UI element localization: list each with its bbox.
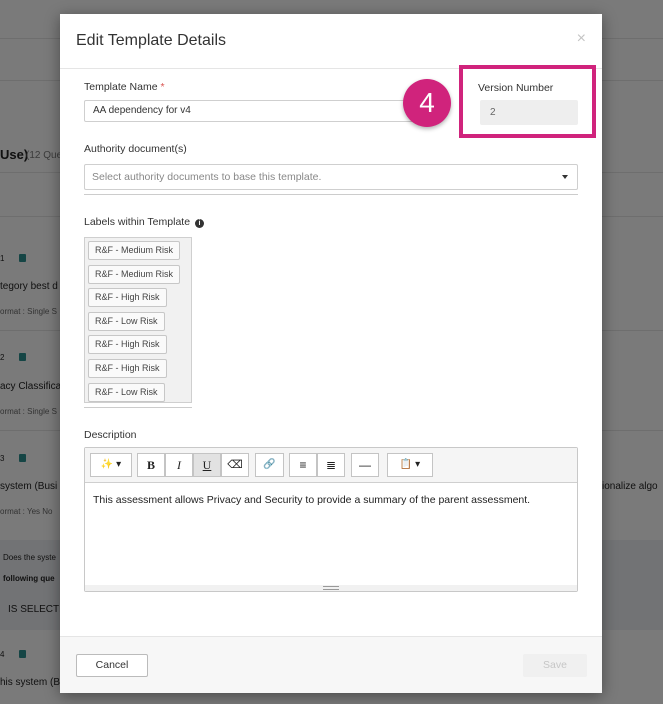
label-chip: R&F - Medium Risk [88, 241, 181, 260]
description-text[interactable]: This assessment allows Privacy and Secur… [93, 494, 530, 506]
eraser-button[interactable]: ⌫ [221, 453, 249, 477]
grip-icon [323, 586, 339, 590]
authority-documents-select[interactable]: Select authority documents to base this … [84, 164, 578, 190]
version-highlight-box: Version Number 2 [459, 65, 596, 138]
version-number-label: Version Number [478, 82, 554, 94]
bold-button[interactable]: B [137, 453, 165, 477]
divider [84, 194, 578, 195]
save-button[interactable]: Save [523, 654, 587, 677]
modal-header: Edit Template Details × [60, 14, 602, 69]
underline-button[interactable]: U [193, 453, 221, 477]
description-label: Description [84, 429, 137, 441]
template-name-label: Template Name * [84, 81, 165, 93]
label-chip: R&F - High Risk [88, 335, 167, 354]
link-button[interactable]: 🔗 [255, 453, 284, 477]
info-icon[interactable]: i [194, 219, 204, 228]
cancel-button[interactable]: Cancel [76, 654, 148, 677]
labels-title: Labels within Template i [84, 216, 204, 228]
editor-resize-handle[interactable] [85, 585, 577, 591]
description-editor: ✨ ▾ B I U ⌫ 🔗 ≡ ≣ — 📋 ▾ This assessment … [84, 447, 578, 592]
label-chip: R&F - Low Risk [88, 383, 165, 402]
close-icon[interactable]: × [577, 30, 586, 48]
template-name-input[interactable]: AA dependency for v4 [84, 100, 414, 122]
modal-footer: Cancel Save [60, 636, 602, 693]
step-badge: 4 [403, 79, 451, 127]
required-mark: * [160, 81, 165, 93]
label-chip: R&F - Medium Risk [88, 265, 181, 284]
labels-title-text: Labels within Template [84, 216, 191, 228]
italic-button[interactable]: I [165, 453, 193, 477]
paste-icon: 📋 [399, 459, 413, 470]
ordered-list-button[interactable]: ≣ [317, 453, 345, 477]
label-chip: R&F - High Risk [88, 288, 167, 307]
paste-button[interactable]: 📋 ▾ [387, 453, 433, 477]
label-chip: R&F - High Risk [88, 359, 167, 378]
label-chip: R&F - Low Risk [88, 312, 165, 331]
edit-template-modal: Edit Template Details × Template Name * … [60, 14, 602, 693]
authority-placeholder: Select authority documents to base this … [92, 171, 322, 183]
labels-list: R&F - Medium Risk R&F - Medium Risk R&F … [84, 237, 192, 403]
version-number-input: 2 [480, 100, 578, 125]
unordered-list-button[interactable]: ≡ [289, 453, 317, 477]
authority-label: Authority document(s) [84, 143, 187, 155]
caret-down-icon [562, 175, 568, 179]
modal-title: Edit Template Details [76, 32, 226, 49]
editor-toolbar: ✨ ▾ B I U ⌫ 🔗 ≡ ≣ — 📋 ▾ [85, 448, 577, 483]
magic-wand-icon: ✨ [100, 459, 114, 470]
magic-wand-button[interactable]: ✨ ▾ [90, 453, 132, 477]
horizontal-rule-button[interactable]: — [351, 453, 379, 477]
divider [84, 407, 192, 408]
template-name-label-text: Template Name [84, 81, 158, 93]
